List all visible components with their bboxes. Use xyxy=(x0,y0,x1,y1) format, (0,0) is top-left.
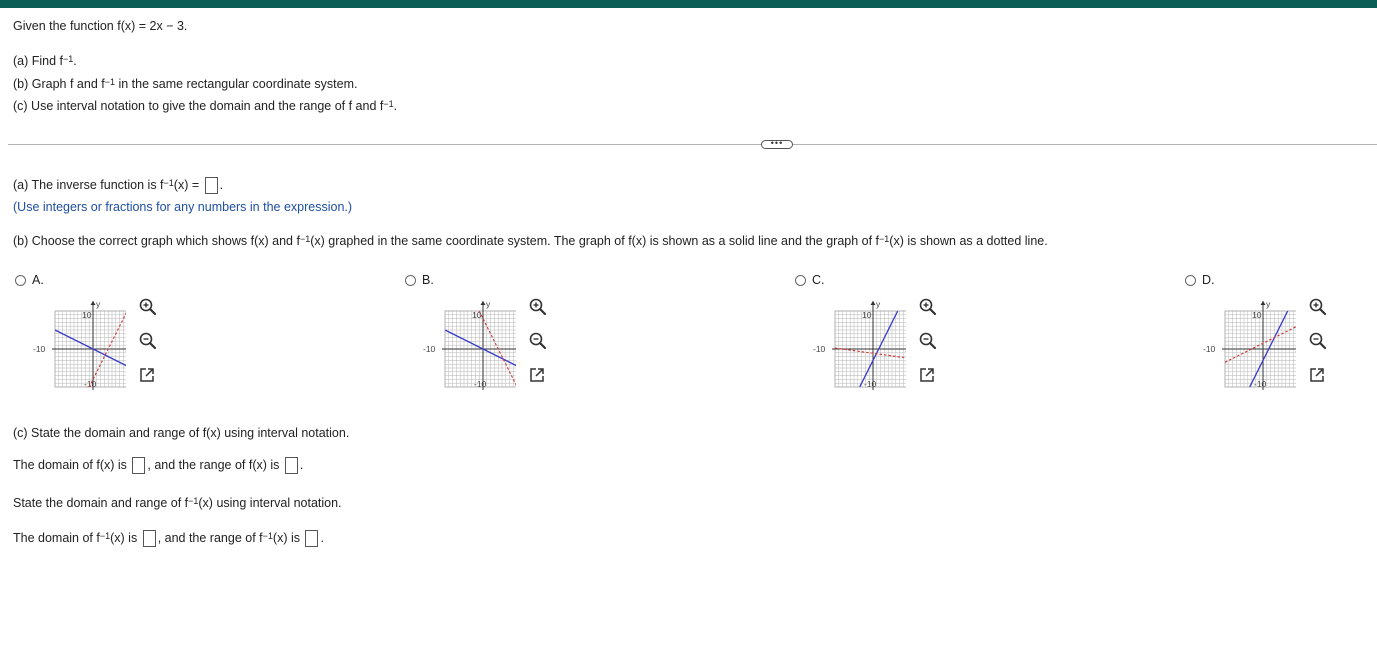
zoom-out-icon[interactable] xyxy=(919,332,937,350)
y-tick-max: 10 xyxy=(472,310,482,320)
x-tick-max: 10 xyxy=(515,344,516,354)
popout-icon[interactable] xyxy=(140,368,154,382)
answer-a-hint: (Use integers or fractions for any numbe… xyxy=(13,200,353,214)
y-tick-min: -10 xyxy=(474,379,487,389)
popout-icon[interactable] xyxy=(1310,368,1324,382)
answer-c-heading: (c) State the domain and range of f(x) u… xyxy=(13,426,350,440)
answer-c-f-line: The domain of f(x) is , and the range of… xyxy=(13,457,303,474)
y-axis-label: y xyxy=(876,299,881,309)
question-part-b: (b) Graph f and f−1 in the same rectangu… xyxy=(13,77,358,91)
more-button[interactable]: ••• xyxy=(761,139,793,149)
zoom-in-icon[interactable] xyxy=(529,298,547,316)
x-tick-min: -10 xyxy=(33,344,46,354)
range-f-input[interactable] xyxy=(284,457,298,474)
option-a-graph: yx10-1010-10 xyxy=(33,299,126,390)
option-c-radio[interactable] xyxy=(795,275,806,286)
answer-b-prompt: (b) Choose the correct graph which shows… xyxy=(13,234,1048,248)
option-d-radio[interactable] xyxy=(1185,275,1196,286)
y-tick-max: 10 xyxy=(862,310,872,320)
y-axis-label: y xyxy=(486,299,491,309)
y-tick-min: -10 xyxy=(1254,379,1267,389)
domain-f-input[interactable] xyxy=(132,457,146,474)
x-tick-max: 10 xyxy=(125,344,126,354)
y-tick-min: -10 xyxy=(84,379,97,389)
x-tick-min: -10 xyxy=(813,344,826,354)
y-tick-min: -10 xyxy=(864,379,877,389)
x-tick-min: -10 xyxy=(1203,344,1216,354)
y-axis-label: y xyxy=(96,299,101,309)
y-axis-label: y xyxy=(1266,299,1271,309)
option-b-graph: yx10-1010-10 xyxy=(423,299,516,390)
zoom-out-icon[interactable] xyxy=(1309,332,1327,350)
x-tick-max: 10 xyxy=(1295,344,1296,354)
option-b-label: B. xyxy=(422,273,434,287)
option-c-label: C. xyxy=(812,273,825,287)
zoom-out-icon[interactable] xyxy=(529,332,547,350)
option-d-label: D. xyxy=(1202,273,1215,287)
zoom-in-icon[interactable] xyxy=(1309,298,1327,316)
answer-c-inverse-line: The domain of f−1(x) is , and the range … xyxy=(13,530,324,547)
option-c-graph: yx10-1010-10 xyxy=(813,299,906,390)
zoom-in-icon[interactable] xyxy=(139,298,157,316)
popout-icon[interactable] xyxy=(530,368,544,382)
header-bar xyxy=(0,0,1377,8)
option-a-label: A. xyxy=(32,273,44,287)
x-tick-max: 10 xyxy=(905,344,906,354)
domain-inverse-input[interactable] xyxy=(142,530,156,547)
y-tick-max: 10 xyxy=(82,310,92,320)
question-intro: Given the function f(x) = 2x − 3. xyxy=(13,19,188,33)
zoom-out-icon[interactable] xyxy=(139,332,157,350)
range-inverse-input[interactable] xyxy=(305,530,319,547)
question-part-c: (c) Use interval notation to give the do… xyxy=(13,99,398,113)
popout-icon[interactable] xyxy=(920,368,934,382)
inverse-function-input[interactable] xyxy=(204,177,218,194)
option-a-radio[interactable] xyxy=(15,275,26,286)
option-b-radio[interactable] xyxy=(405,275,416,286)
x-tick-min: -10 xyxy=(423,344,436,354)
zoom-in-icon[interactable] xyxy=(919,298,937,316)
y-tick-max: 10 xyxy=(1252,310,1262,320)
answer-a-line: (a) The inverse function is f−1(x) = . xyxy=(13,177,223,194)
answer-c-inverse-heading: State the domain and range of f−1(x) usi… xyxy=(13,496,342,510)
section-divider xyxy=(8,144,1377,145)
option-d-graph: yx10-1010-10 xyxy=(1203,299,1296,390)
question-part-a: (a) Find f−1. xyxy=(13,54,77,68)
